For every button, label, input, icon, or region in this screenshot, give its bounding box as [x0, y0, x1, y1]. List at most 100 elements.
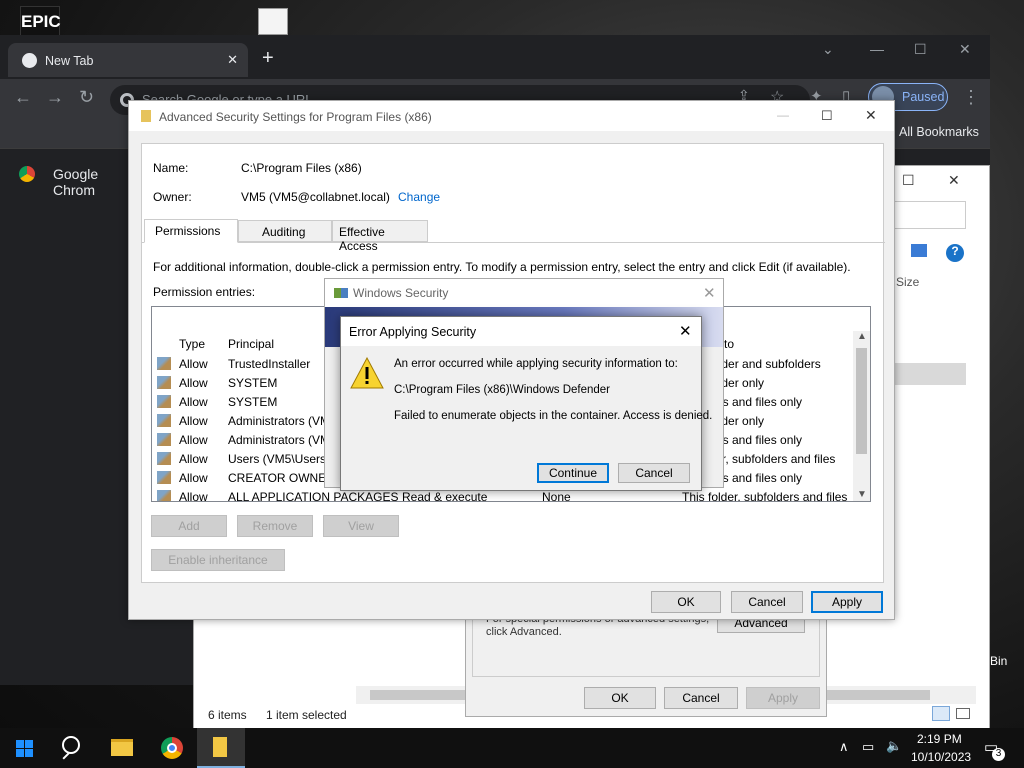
details-view-icon[interactable]	[932, 706, 950, 721]
row-type: Allow	[179, 357, 208, 371]
file-explorer-taskbar-button[interactable]	[98, 728, 146, 768]
recycle-bin-label: Bin	[990, 654, 1008, 668]
row-principal: ALL APPLICATION PACKAGES	[228, 490, 399, 502]
adv-apply-button[interactable]: Apply	[811, 591, 883, 613]
tab-new-tab[interactable]: New Tab ✕	[8, 43, 248, 77]
row-principal: Administrators (VM	[228, 414, 331, 428]
change-owner-link[interactable]: Change	[398, 190, 440, 204]
err-close-icon[interactable]: ✕	[679, 322, 692, 340]
user-group-icon	[157, 433, 171, 446]
clock-time[interactable]: 2:19 PM	[917, 732, 962, 746]
owner-label: Owner:	[153, 190, 192, 204]
row-principal: TrustedInstaller	[228, 357, 311, 371]
tab-content-border	[142, 242, 885, 243]
row-applies-to: older and subfolders	[712, 357, 821, 371]
name-value: C:\Program Files (x86)	[241, 161, 362, 175]
error-path: C:\Program Files (x86)\Windows Defender	[394, 384, 611, 396]
file-explorer-active-button[interactable]	[197, 728, 245, 768]
adv-ok-button[interactable]: OK	[651, 591, 721, 613]
folder-icon	[213, 737, 227, 757]
explorer-search-box[interactable]	[894, 201, 966, 229]
scroll-thumb[interactable]	[856, 348, 867, 454]
props-cancel-button[interactable]: Cancel	[664, 687, 738, 709]
history-item-label: Google Chrom	[53, 166, 99, 198]
tab-auditing[interactable]: Auditing	[238, 220, 332, 242]
row-type: Allow	[179, 395, 208, 409]
ws-close-icon[interactable]: ✕	[703, 284, 716, 302]
tab-effective-access[interactable]: Effective Access	[332, 220, 428, 253]
large-icons-view-icon[interactable]	[956, 708, 970, 719]
row-access: Read & execute	[402, 490, 488, 502]
vertical-scrollbar[interactable]: ▲ ▼	[853, 331, 870, 501]
close-window-icon[interactable]: ✕	[959, 41, 971, 58]
search-button[interactable]	[48, 728, 96, 768]
tab-search-icon[interactable]: ⌄	[822, 41, 834, 58]
search-icon-handle	[62, 752, 70, 760]
start-button[interactable]	[0, 728, 48, 768]
row-type: Allow	[179, 452, 208, 466]
epic-games-icon[interactable]: EPIC	[20, 6, 61, 36]
col-applies-to[interactable]: to	[724, 337, 734, 351]
user-group-icon	[157, 414, 171, 427]
folder-icon	[141, 110, 151, 122]
continue-button[interactable]: Continue	[537, 463, 609, 483]
tab-title: New Tab	[45, 54, 94, 68]
error-applying-security-dialog: Error Applying Security ✕ An error occur…	[340, 316, 712, 491]
help-icon[interactable]: ?	[946, 244, 964, 262]
adv-close-icon[interactable]: ✕	[865, 107, 877, 124]
user-group-icon	[157, 357, 171, 370]
menu-icon[interactable]: ⋮	[962, 87, 980, 108]
forward-icon[interactable]: →	[46, 87, 64, 108]
remove-button[interactable]: Remove	[237, 515, 313, 537]
name-label: Name:	[153, 161, 189, 175]
size-column-header[interactable]: Size	[896, 275, 919, 289]
enable-inheritance-button[interactable]: Enable inheritance	[151, 549, 285, 571]
permission-entries-label: Permission entries:	[153, 285, 256, 299]
props-apply-button[interactable]: Apply	[746, 687, 820, 709]
view-button[interactable]: View	[323, 515, 399, 537]
row-inherited: None	[542, 490, 571, 502]
chrome-taskbar-button[interactable]	[148, 728, 196, 768]
row-principal: SYSTEM	[228, 376, 278, 390]
maximize-icon[interactable]: ☐	[914, 41, 927, 58]
adv-titlebar: Advanced Security Settings for Program F…	[129, 101, 894, 131]
chrome-tab-icon	[22, 53, 37, 68]
close-tab-icon[interactable]: ✕	[227, 52, 238, 68]
preview-pane-icon[interactable]	[911, 244, 927, 257]
show-hidden-icons[interactable]: ∧	[839, 739, 849, 755]
clock-date[interactable]: 10/10/2023	[911, 750, 971, 764]
search-icon	[62, 736, 80, 754]
volume-icon[interactable]: 🔈	[886, 738, 902, 754]
scroll-down-icon[interactable]: ▼	[857, 489, 867, 500]
new-tab-icon[interactable]: +	[262, 47, 274, 70]
explorer-close-icon[interactable]: ✕	[948, 172, 960, 189]
owner-value: VM5 (VM5@collabnet.local)	[241, 190, 390, 204]
err-titlebar: Error Applying Security ✕	[341, 317, 701, 346]
error-line-1: An error occurred while applying securit…	[394, 358, 678, 370]
chrome-icon-center	[167, 743, 177, 753]
row-principal: Users (VM5\Users)	[228, 452, 331, 466]
adv-maximize-icon[interactable]: ☐	[821, 108, 833, 124]
scroll-up-icon[interactable]: ▲	[857, 331, 867, 342]
minimize-icon[interactable]: —	[870, 41, 884, 57]
props-ok-button[interactable]: OK	[584, 687, 656, 709]
network-icon[interactable]: ▭	[862, 739, 874, 755]
row-type: Allow	[179, 471, 208, 485]
explorer-maximize-icon[interactable]: ☐	[902, 172, 915, 189]
notification-count: 3	[992, 748, 1005, 761]
reload-icon[interactable]: ↻	[79, 87, 94, 108]
tab-strip: New Tab ✕ + ⌄ — ☐ ✕	[0, 35, 990, 79]
col-principal[interactable]: Principal	[228, 337, 274, 351]
google-chrome-item[interactable]: Google Chrom	[0, 159, 140, 198]
adv-cancel-button[interactable]: Cancel	[731, 591, 803, 613]
err-cancel-button[interactable]: Cancel	[618, 463, 690, 483]
document-icon[interactable]	[258, 8, 288, 35]
properties-dialog: For special permissions or advanced sett…	[465, 610, 827, 717]
all-bookmarks[interactable]: All Bookmarks	[899, 125, 979, 139]
adv-minimize-icon[interactable]: —	[777, 108, 789, 122]
tab-permissions[interactable]: Permissions	[144, 219, 238, 243]
error-line-3: Failed to enumerate objects in the conta…	[394, 410, 713, 422]
back-icon[interactable]: ←	[14, 87, 32, 108]
col-type[interactable]: Type	[179, 337, 205, 351]
add-button[interactable]: Add	[151, 515, 227, 537]
